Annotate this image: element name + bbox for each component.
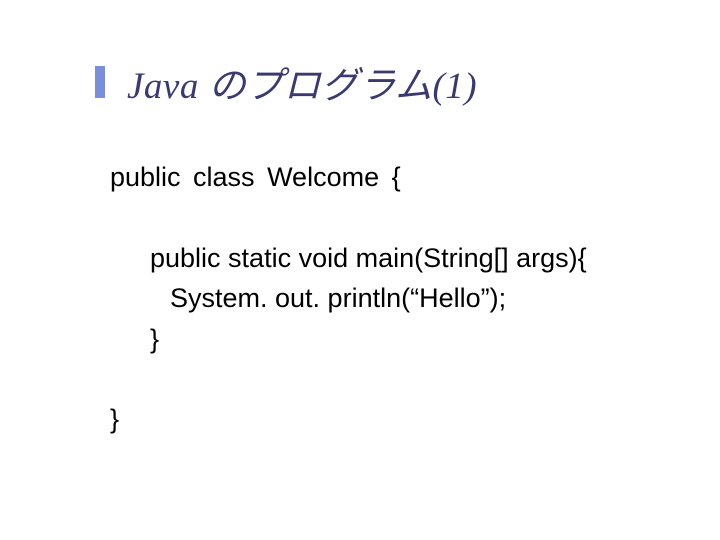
code-line: } — [110, 319, 720, 360]
code-line: public static void main(String[] args){ — [110, 238, 720, 279]
slide-title: Java のプログラム(1) — [127, 55, 477, 109]
code-line: } — [110, 399, 720, 440]
code-line: public class Welcome { — [110, 157, 720, 198]
code-line: System. out. println(“Hello”); — [110, 278, 720, 319]
code-block: public class Welcome { public static voi… — [110, 157, 720, 440]
title-bullet — [95, 66, 105, 98]
